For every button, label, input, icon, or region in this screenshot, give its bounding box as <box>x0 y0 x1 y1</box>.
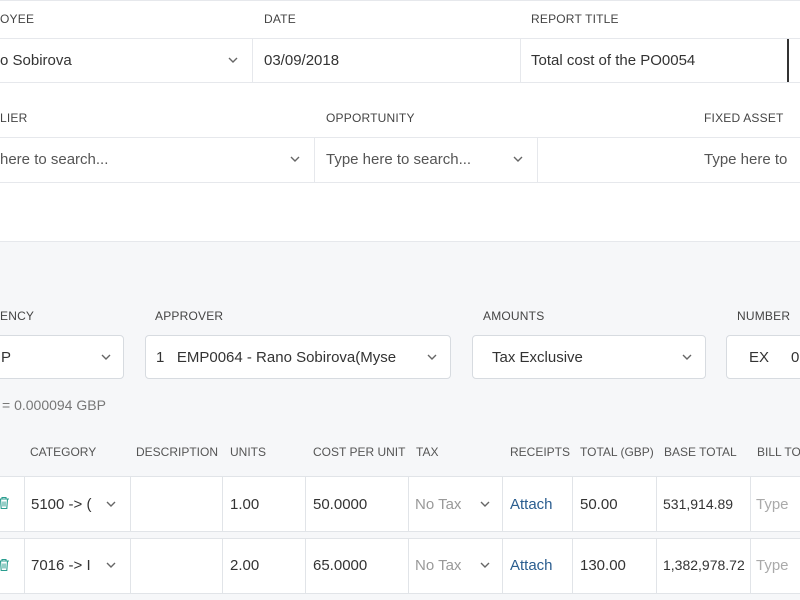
col-header-bill-to: BILL TO <box>757 445 800 459</box>
amounts-value: Tax Exclusive <box>492 349 583 366</box>
tax-value: No Tax <box>415 496 462 513</box>
report-title-value: Total cost of the PO0054 <box>531 52 696 69</box>
trash-icon[interactable] <box>0 558 10 572</box>
base-total-value: 531,914.89 <box>663 496 734 512</box>
chevron-down-icon <box>480 501 490 510</box>
currency-label: ENCY <box>0 309 35 323</box>
bill-to-placeholder: Type <box>756 557 789 574</box>
amounts-select[interactable]: Tax Exclusive <box>472 335 706 379</box>
trash-icon[interactable] <box>0 496 10 510</box>
currency-value: P <box>1 349 12 366</box>
supplier-search[interactable]: here to search... <box>0 138 314 182</box>
chevron-down-icon <box>427 354 437 363</box>
col-header-receipts: RECEIPTS <box>510 445 571 459</box>
attach-receipt-link[interactable]: Attach <box>510 496 553 513</box>
approver-value: 1 EMP0064 - Rano Sobirova(Myse <box>156 349 397 366</box>
col-header-tax: TAX <box>416 445 439 459</box>
total-value: 130.00 <box>580 557 626 574</box>
chevron-down-icon <box>101 354 111 363</box>
col-header-total: TOTAL (GBP) <box>580 445 654 459</box>
date-field[interactable]: 03/09/2018 <box>253 39 520 82</box>
opportunity-search[interactable]: Type here to search... <box>315 138 537 182</box>
col-header-base-total: BASE TOTAL <box>664 445 737 459</box>
bill-to-field[interactable]: Type <box>751 539 800 593</box>
bill-to-field[interactable]: Type <box>751 477 800 531</box>
employee-select[interactable]: o Sobirova <box>0 39 252 82</box>
units-value: 2.00 <box>230 557 260 574</box>
supplier-placeholder: here to search... <box>0 151 109 168</box>
category-select[interactable]: 7016 -> I <box>25 539 130 593</box>
date-value: 03/09/2018 <box>264 52 340 69</box>
chevron-down-icon <box>682 354 692 363</box>
cost-per-unit-field[interactable]: 65.0000 <box>306 539 408 593</box>
chevron-down-icon <box>106 501 116 510</box>
col-header-description: DESCRIPTION <box>136 445 219 459</box>
chevron-down-icon <box>290 156 300 165</box>
fixed-asset-search[interactable]: Type here to <box>538 138 800 182</box>
employee-label: OYEE <box>0 12 35 26</box>
tax-select[interactable]: No Tax <box>409 539 502 593</box>
currency-select[interactable]: P <box>0 335 124 379</box>
opportunity-label: OPPORTUNITY <box>326 111 415 125</box>
number-value: 0 <box>791 349 800 366</box>
total-value: 50.00 <box>580 496 618 513</box>
units-value: 1.00 <box>230 496 260 513</box>
chevron-down-icon <box>228 57 238 66</box>
category-value: 5100 -> ( <box>31 496 92 513</box>
fixed-asset-label: FIXED ASSET <box>704 111 784 125</box>
approver-label: APPROVER <box>155 309 224 323</box>
col-header-units: UNITS <box>230 445 266 459</box>
cost-per-unit-value: 50.0000 <box>313 496 368 513</box>
exchange-rate-note: = 0.000094 GBP <box>2 397 106 413</box>
table-row: 7016 -> I 2.00 65.0000 No Tax Attach 130… <box>0 538 800 594</box>
report-title-label: REPORT TITLE <box>531 12 619 26</box>
number-field[interactable]: EX 0 <box>726 335 800 379</box>
units-field[interactable]: 1.00 <box>223 477 305 531</box>
opportunity-placeholder: Type here to search... <box>326 151 472 168</box>
col-header-cost-per-unit: COST PER UNIT <box>313 445 406 459</box>
col-header-category: CATEGORY <box>30 445 97 459</box>
chevron-down-icon <box>106 562 116 571</box>
units-field[interactable]: 2.00 <box>223 539 305 593</box>
supplier-label: LIER <box>0 111 28 125</box>
approver-select[interactable]: 1 EMP0064 - Rano Sobirova(Myse <box>145 335 451 379</box>
bill-to-placeholder: Type <box>756 496 789 513</box>
description-field[interactable] <box>131 539 222 593</box>
description-field[interactable] <box>131 477 222 531</box>
report-title-field[interactable]: Total cost of the PO0054 <box>521 39 787 82</box>
number-prefix: EX <box>749 349 770 366</box>
cost-per-unit-field[interactable]: 50.0000 <box>306 477 408 531</box>
cost-per-unit-value: 65.0000 <box>313 557 368 574</box>
tax-select[interactable]: No Tax <box>409 477 502 531</box>
amounts-label: AMOUNTS <box>483 309 545 323</box>
employee-value: o Sobirova <box>0 52 72 69</box>
date-label: DATE <box>264 12 296 26</box>
base-total-value: 1,382,978.72 <box>663 557 745 573</box>
table-row: 5100 -> ( 1.00 50.0000 No Tax Attach 50.… <box>0 476 800 532</box>
tax-value: No Tax <box>415 557 462 574</box>
chevron-down-icon <box>513 156 523 165</box>
fixed-asset-placeholder: Type here to <box>704 151 788 168</box>
category-value: 7016 -> I <box>31 557 91 574</box>
category-select[interactable]: 5100 -> ( <box>25 477 130 531</box>
number-label: NUMBER <box>737 309 791 323</box>
chevron-down-icon <box>480 562 490 571</box>
attach-receipt-link[interactable]: Attach <box>510 557 553 574</box>
